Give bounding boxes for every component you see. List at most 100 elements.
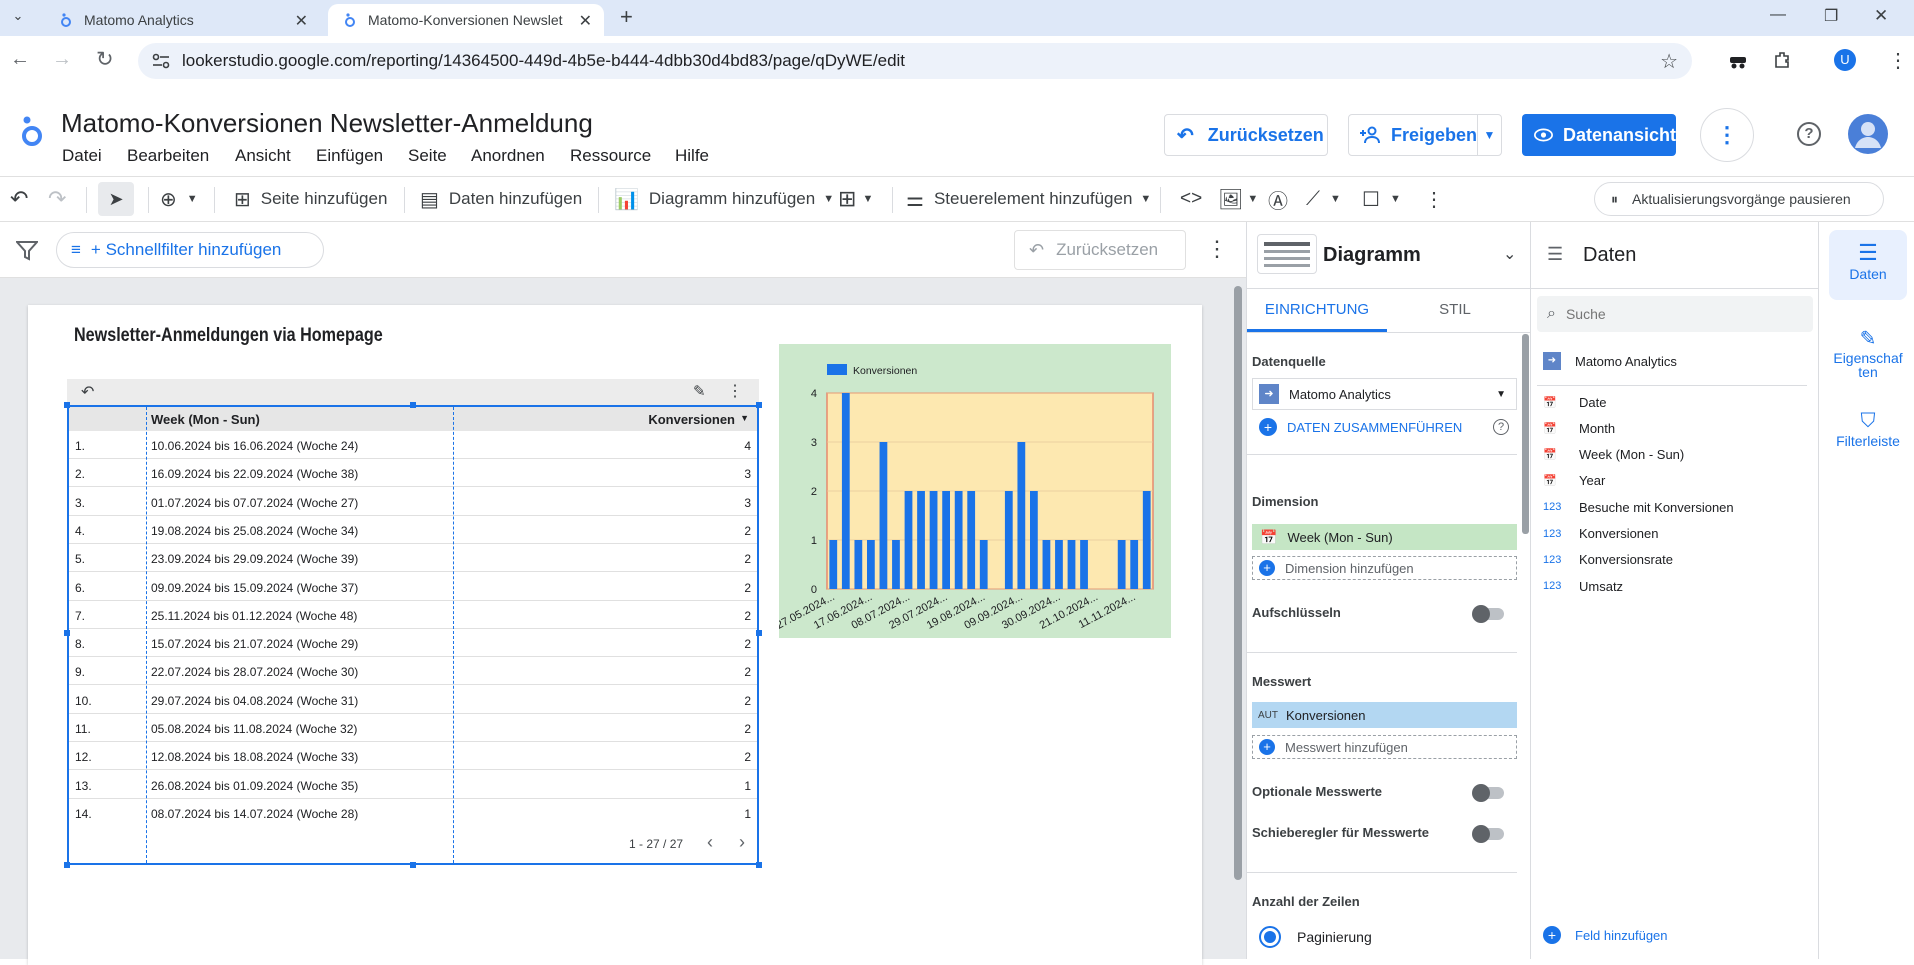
undo-icon[interactable]: ↶ [81, 382, 94, 402]
profile-avatar[interactable]: U [1834, 49, 1856, 71]
add-metric-button[interactable]: + Messwert hinzufügen [1252, 735, 1517, 759]
browser-tab-matomo[interactable]: Matomo Analytics ✕ [44, 4, 320, 36]
forward-icon[interactable]: → [52, 48, 72, 71]
datasource-select[interactable]: ➜ Matomo Analytics ▼ [1252, 378, 1517, 410]
field-item[interactable]: 📅 Month [1543, 418, 1615, 438]
add-control-button[interactable]: ⚌ Steuerelement hinzufügen ▼ [906, 177, 1151, 221]
community-viz-icon[interactable]: ⊞ ▼ [838, 177, 873, 221]
table-row[interactable]: 5. 23.09.2024 bis 29.09.2024 (Woche 39) 2 [69, 544, 757, 573]
add-page-button[interactable]: ⊞ Seite hinzufügen [234, 177, 387, 221]
minimize-icon[interactable]: — [1770, 6, 1786, 24]
metric-slider-toggle[interactable] [1472, 825, 1504, 843]
column-header-konversionen[interactable]: Konversionen [648, 412, 735, 427]
panel-scrollbar[interactable] [1522, 334, 1529, 534]
table-row[interactable]: 13. 26.08.2024 bis 01.09.2024 (Woche 35) 1 [69, 771, 757, 799]
share-button[interactable]: Freigeben ▼ [1348, 114, 1502, 156]
reset-button[interactable]: ↶ Zurücksetzen [1164, 114, 1328, 156]
resize-handle[interactable] [756, 402, 762, 408]
resize-handle[interactable] [756, 862, 762, 868]
incognito-icon[interactable] [1728, 51, 1748, 71]
sort-desc-icon[interactable]: ▼ [740, 413, 749, 423]
redo-icon[interactable]: ↷ [48, 177, 66, 221]
sidebar-data-button[interactable]: ☰ Daten [1829, 230, 1907, 300]
tab-setup[interactable]: EINRICHTUNG [1247, 290, 1387, 332]
column-header-week[interactable]: Week (Mon - Sun) [151, 412, 260, 427]
table-row[interactable]: 3. 01.07.2024 bis 07.07.2024 (Woche 27) 3 [69, 488, 757, 516]
field-item[interactable]: 123 Konversionsrate [1543, 550, 1673, 570]
more-options-icon[interactable]: ⋮ [1700, 108, 1754, 162]
field-item[interactable]: 📅 Year [1543, 471, 1605, 491]
field-search-input[interactable] [1565, 306, 1766, 322]
table-row[interactable]: 6. 09.09.2024 bis 15.09.2024 (Woche 37) 2 [69, 573, 757, 601]
menu-anordnen[interactable]: Anordnen [471, 146, 545, 166]
table-row[interactable]: 12. 12.08.2024 bis 18.08.2024 (Woche 33) 2 [69, 742, 757, 771]
table-more-icon[interactable]: ⋮ [727, 381, 743, 401]
browser-menu-icon[interactable]: ⋮ [1888, 48, 1908, 73]
data-table[interactable]: Week (Mon - Sun) Konversionen ▼ 1. 10.06.… [64, 402, 762, 868]
add-quickfilter-button[interactable]: ≡ + Schnellfilter hinzufügen [56, 232, 324, 268]
close-tab-icon[interactable]: ✕ [295, 11, 308, 31]
bookmark-star-icon[interactable]: ☆ [1660, 49, 1678, 74]
extensions-icon[interactable] [1772, 50, 1792, 70]
data-view-button[interactable]: Datenansicht [1522, 114, 1676, 156]
filter-icon[interactable] [16, 241, 38, 261]
report-page[interactable]: Newsletter-Anmeldungen via Homepage ↶ ✎ … [28, 305, 1202, 965]
share-dropdown-icon[interactable]: ▼ [1477, 115, 1501, 155]
line-icon[interactable]: ⟋ ▼ [1306, 177, 1341, 221]
resize-handle[interactable] [756, 630, 762, 636]
menu-seite[interactable]: Seite [408, 146, 447, 166]
table-row[interactable]: 14. 08.07.2024 bis 14.07.2024 (Woche 28) 1 [69, 799, 757, 827]
table-row[interactable]: 2. 16.09.2024 bis 22.09.2024 (Woche 38) 3 [69, 459, 757, 488]
zoom-icon[interactable]: ⊕ ▼ [160, 177, 198, 221]
field-item[interactable]: 123 Besuche mit Konversionen [1543, 497, 1734, 517]
restore-icon[interactable]: ❐ [1824, 6, 1838, 26]
user-avatar[interactable] [1848, 114, 1888, 154]
optional-metrics-toggle[interactable] [1472, 784, 1504, 802]
edit-pencil-icon[interactable]: ✎ [693, 382, 706, 400]
close-tab-icon[interactable]: ✕ [579, 11, 592, 31]
filter-more-icon[interactable]: ⋮ [1206, 236, 1228, 262]
image-icon[interactable]: 🖼 ▼ [1218, 177, 1258, 221]
panel-collapse-chevron-icon[interactable]: ⌄ [1503, 244, 1516, 264]
add-chart-button[interactable]: 📊 Diagramm hinzufügen ▼ [614, 177, 834, 221]
undo-icon[interactable]: ↶ [10, 177, 28, 221]
menu-hilfe[interactable]: Hilfe [675, 146, 709, 166]
menu-ressource[interactable]: Ressource [570, 146, 651, 166]
chart-type-icon[interactable] [1257, 234, 1317, 274]
resize-handle[interactable] [410, 862, 416, 868]
dimension-chip[interactable]: 📅 Week (Mon - Sun) [1252, 524, 1517, 550]
metric-chip[interactable]: AUT Konversionen [1252, 702, 1517, 728]
field-item[interactable]: 📅 Date [1543, 392, 1606, 412]
report-heading[interactable]: Newsletter-Anmeldungen via Homepage [74, 325, 383, 347]
data-source-item[interactable]: ➜ Matomo Analytics [1543, 352, 1677, 370]
tab-style[interactable]: STIL [1387, 290, 1523, 332]
merge-data-button[interactable]: + DATEN ZUSAMMENFÜHREN [1259, 418, 1462, 436]
address-bar[interactable]: lookerstudio.google.com/reporting/143645… [138, 43, 1692, 79]
table-row[interactable]: 9. 22.07.2024 bis 28.07.2024 (Woche 30) 2 [69, 657, 757, 686]
prev-page-icon[interactable]: ‹ [707, 832, 713, 853]
sidebar-properties-button[interactable]: ✎ Eigenschaf ten [1829, 318, 1907, 388]
breakdown-toggle[interactable] [1472, 605, 1504, 623]
browser-tab-konversionen[interactable]: Matomo-Konversionen Newslet ✕ [328, 4, 604, 36]
site-settings-icon[interactable] [152, 53, 170, 69]
embed-code-icon[interactable]: <> [1180, 177, 1202, 221]
bar-chart[interactable]: 0 1 2 3 4 27.05.2024... 17.06.2024... 08.07.202… [779, 344, 1171, 638]
tab-search-chevron-icon[interactable]: ⌄ [8, 8, 28, 28]
add-field-button[interactable]: + Feld hinzufügen [1543, 926, 1668, 944]
table-row[interactable]: 11. 05.08.2024 bis 11.08.2024 (Woche 32) 2 [69, 714, 757, 742]
table-row[interactable]: 7. 25.11.2024 bis 01.12.2024 (Woche 48) 2 [69, 601, 757, 629]
more-toolbar-icon[interactable]: ⋮ [1424, 177, 1444, 221]
pause-updates-button[interactable]: ⏸ Aktualisierungsvorgänge pausieren [1594, 182, 1884, 216]
add-data-button[interactable]: ▤ Daten hinzufügen [420, 177, 582, 221]
table-row[interactable]: 1. 10.06.2024 bis 16.06.2024 (Woche 24) 4 [69, 431, 757, 459]
field-search[interactable]: ⌕ [1537, 296, 1813, 332]
canvas-scrollbar[interactable] [1234, 286, 1242, 880]
menu-bearbeiten[interactable]: Bearbeiten [127, 146, 209, 166]
menu-ansicht[interactable]: Ansicht [235, 146, 291, 166]
table-row[interactable]: 8. 15.07.2024 bis 21.07.2024 (Woche 29) 2 [69, 629, 757, 658]
pagination-radio[interactable]: Paginierung [1259, 926, 1372, 948]
resize-handle[interactable] [410, 402, 416, 408]
text-box-icon[interactable]: Ⓐ [1268, 177, 1288, 221]
field-item[interactable]: 123 Umsatz [1543, 576, 1623, 596]
shape-icon[interactable]: ☐ ▼ [1362, 177, 1401, 221]
